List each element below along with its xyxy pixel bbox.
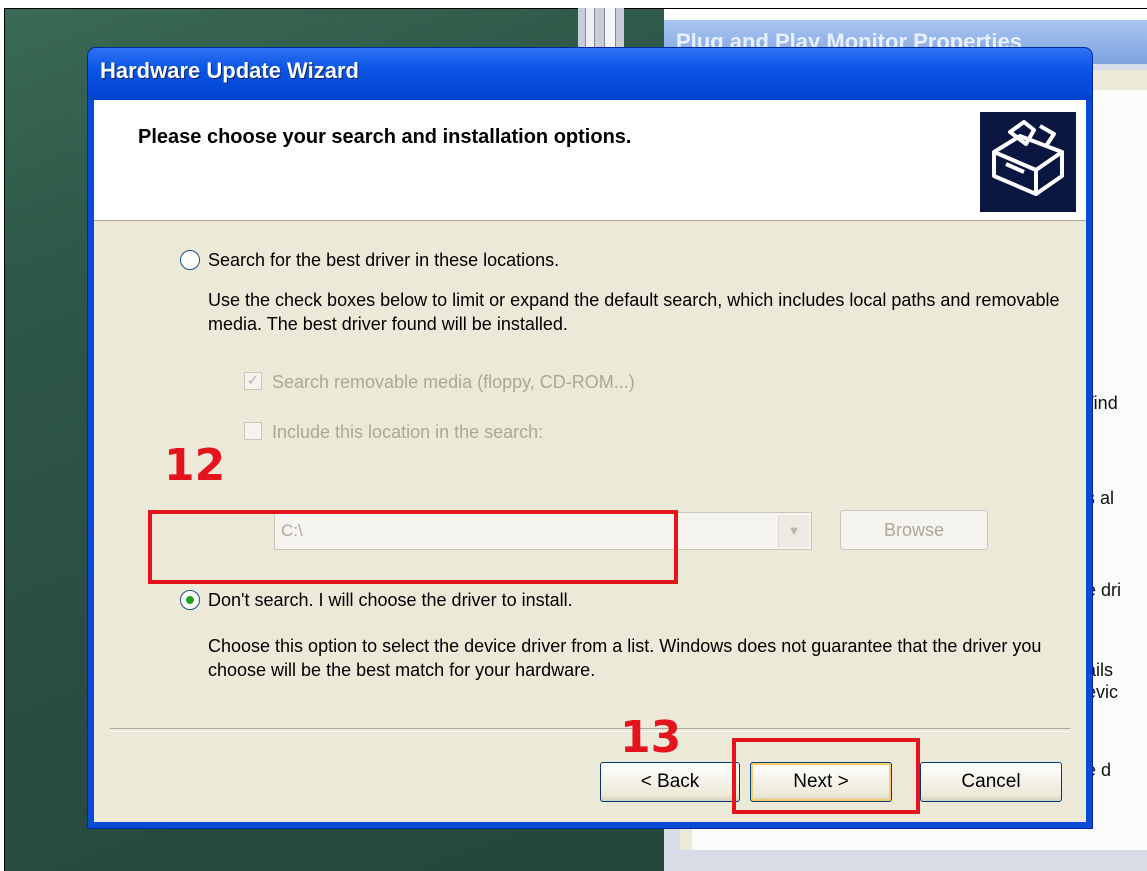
frame-line bbox=[4, 8, 1147, 9]
browse-button[interactable]: Browse bbox=[840, 510, 988, 550]
include-location-checkbox[interactable] bbox=[244, 422, 262, 440]
removable-media-checkbox[interactable]: ✓ bbox=[244, 372, 262, 390]
search-option-description: Use the check boxes below to limit or ex… bbox=[208, 290, 1060, 334]
radio-selected-dot bbox=[186, 596, 194, 604]
dont-search-option-description: Choose this option to select the device … bbox=[208, 636, 1042, 680]
step-13-annotation: 13 bbox=[620, 712, 682, 763]
dont-search-radio[interactable] bbox=[180, 590, 200, 610]
search-option-label[interactable]: Search for the best driver in these loca… bbox=[208, 250, 559, 271]
chevron-down-icon[interactable]: ▼ bbox=[778, 515, 809, 547]
highlight-box-dont-search bbox=[148, 510, 678, 584]
hardware-icon bbox=[980, 112, 1076, 212]
removable-media-label: Search removable media (floppy, CD-ROM..… bbox=[272, 372, 635, 392]
wizard-titlebar[interactable]: Hardware Update Wizard bbox=[88, 48, 1092, 100]
highlight-box-next bbox=[732, 738, 920, 814]
back-button[interactable]: < Back bbox=[600, 762, 740, 802]
include-location-label: Include this location in the search: bbox=[272, 422, 544, 442]
dont-search-option-label[interactable]: Don't search. I will choose the driver t… bbox=[208, 590, 573, 611]
wizard-title: Hardware Update Wizard bbox=[100, 58, 359, 83]
hardware-update-wizard: Hardware Update Wizard Please choose you… bbox=[88, 48, 1092, 828]
cancel-button[interactable]: Cancel bbox=[920, 762, 1062, 802]
wizard-header: Please choose your search and installati… bbox=[94, 100, 1086, 220]
wizard-client-area: Please choose your search and installati… bbox=[94, 100, 1086, 822]
separator bbox=[110, 728, 1070, 732]
step-12-annotation: 12 bbox=[164, 440, 226, 491]
search-radio[interactable] bbox=[180, 250, 200, 270]
frame-line bbox=[4, 8, 5, 871]
wizard-heading: Please choose your search and installati… bbox=[138, 126, 632, 148]
